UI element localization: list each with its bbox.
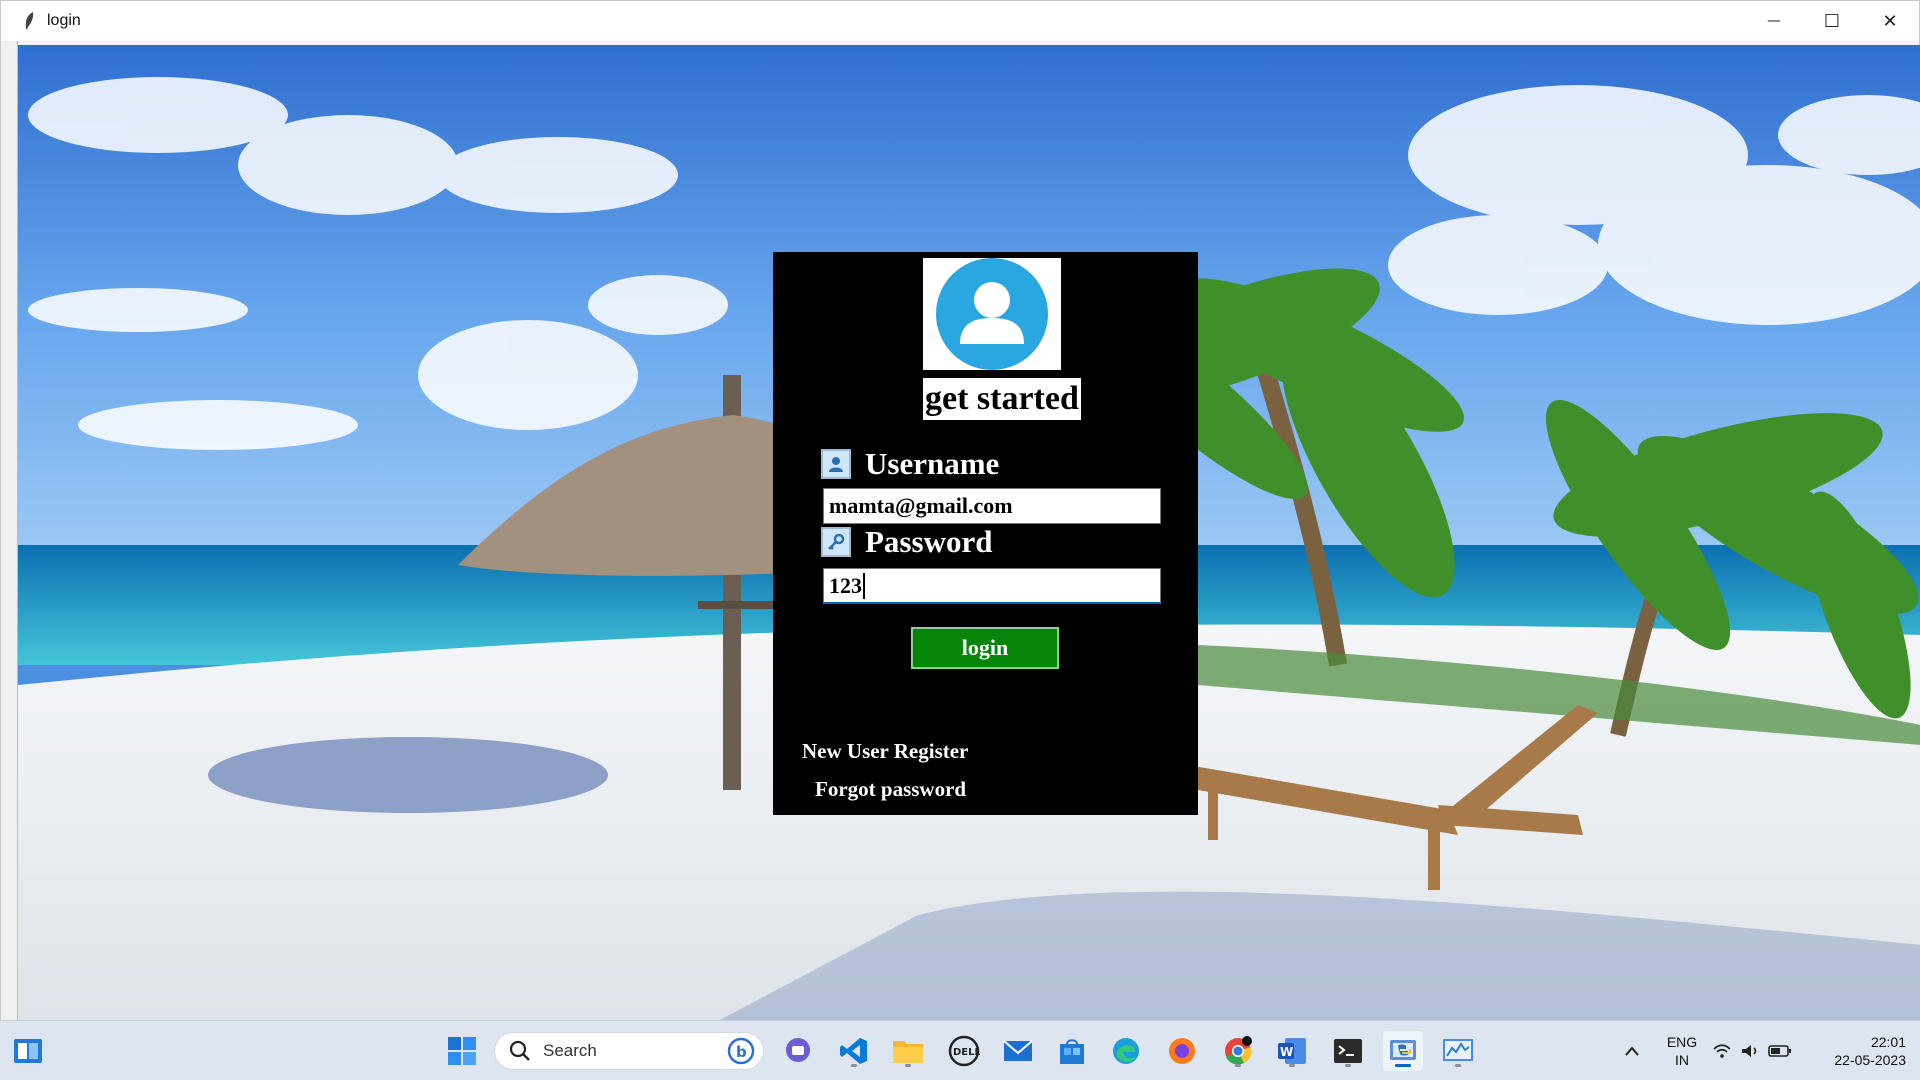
running-indicator (905, 1064, 911, 1067)
minimize-icon: — (1767, 13, 1781, 29)
avatar (923, 258, 1061, 370)
minimize-button[interactable]: — (1745, 1, 1803, 41)
username-value: mamta@gmail.com (829, 493, 1013, 518)
wifi-icon (1713, 1044, 1731, 1058)
widgets-button[interactable] (8, 1031, 48, 1071)
widgets-icon (14, 1039, 42, 1063)
feather-icon (23, 10, 39, 32)
word-button[interactable]: W (1272, 1031, 1312, 1071)
start-icon (448, 1037, 476, 1065)
clock-date: 22-05-2023 (1834, 1052, 1906, 1068)
beach-background: get started Username mamta@gmail.com Pas… (18, 45, 1920, 1021)
maximize-icon: ☐ (1823, 10, 1841, 32)
forgot-password-link[interactable]: Forgot password (815, 777, 966, 802)
mail-icon (1003, 1040, 1033, 1061)
chevron-up-icon (1625, 1046, 1639, 1056)
python-app-button[interactable] (1383, 1031, 1423, 1071)
terminal-button[interactable] (1328, 1031, 1368, 1071)
login-button[interactable]: login (911, 627, 1059, 669)
vscode-icon (840, 1038, 867, 1064)
taskbar-search[interactable]: Search b (494, 1032, 764, 1070)
password-label: Password (821, 524, 993, 559)
active-indicator (1395, 1064, 1411, 1067)
close-button[interactable]: ✕ (1861, 1, 1919, 41)
chrome-button[interactable] (1218, 1031, 1258, 1071)
teams-chat-button[interactable] (778, 1031, 818, 1071)
store-button[interactable] (1052, 1031, 1092, 1071)
running-indicator (1455, 1064, 1461, 1067)
language-indicator[interactable]: ENG IN (1664, 1033, 1700, 1069)
volume-icon (1742, 1045, 1757, 1057)
python-icon (1390, 1040, 1416, 1060)
page-title: get started (923, 378, 1081, 420)
svg-text:W: W (1280, 1045, 1293, 1059)
username-label-text: Username (865, 446, 1000, 481)
title-bar[interactable]: login — ☐ ✕ (1, 1, 1919, 41)
running-indicator (1235, 1064, 1241, 1067)
edge-button[interactable] (1106, 1031, 1146, 1071)
monitor-icon (1443, 1039, 1473, 1061)
clock-time: 22:01 (1870, 1034, 1906, 1050)
mail-button[interactable] (998, 1031, 1038, 1071)
start-button[interactable] (442, 1031, 482, 1071)
teams-icon (786, 1038, 810, 1062)
app-window: login — ☐ ✕ get started Username mamta@g… (0, 0, 1920, 1021)
firefox-icon (1169, 1038, 1195, 1064)
running-indicator (851, 1064, 857, 1067)
username-field[interactable]: mamta@gmail.com (823, 488, 1161, 524)
taskbar: Search b DELL W ENG IN 22:01 22-05-2023 (0, 1020, 1920, 1080)
battery-icon (1768, 1045, 1791, 1057)
firefox-button[interactable] (1162, 1031, 1202, 1071)
dell-button[interactable]: DELL (944, 1031, 984, 1071)
user-avatar-icon (936, 258, 1048, 370)
word-icon: W (1278, 1038, 1306, 1064)
dell-icon: DELL (948, 1035, 980, 1067)
password-value: 123 (829, 572, 862, 598)
search-icon (509, 1040, 530, 1061)
performance-monitor-button[interactable] (1438, 1031, 1478, 1071)
user-icon (821, 449, 851, 479)
file-explorer-button[interactable] (888, 1031, 928, 1071)
login-panel: get started Username mamta@gmail.com Pas… (773, 252, 1198, 815)
password-field[interactable]: 123 (823, 568, 1161, 604)
svg-text:DELL: DELL (953, 1047, 980, 1058)
password-label-text: Password (865, 524, 993, 559)
bing-icon[interactable]: b (727, 1037, 755, 1065)
maximize-button[interactable]: ☐ (1803, 1, 1861, 41)
search-placeholder: Search (543, 1041, 597, 1060)
window-border (1, 41, 18, 1021)
svg-text:b: b (736, 1043, 747, 1061)
show-hidden-icons-button[interactable] (1612, 1031, 1652, 1071)
key-icon (821, 527, 851, 557)
running-indicator (1289, 1064, 1295, 1067)
vscode-button[interactable] (834, 1031, 874, 1071)
chrome-icon (1225, 1036, 1252, 1065)
username-label: Username (821, 446, 1000, 481)
running-indicator (1345, 1064, 1351, 1067)
new-user-register-link[interactable]: New User Register (802, 739, 968, 764)
system-tray-status[interactable] (1706, 1031, 1798, 1071)
folder-icon (893, 1041, 923, 1063)
language-code: ENG (1666, 1034, 1698, 1050)
region-code: IN (1675, 1052, 1689, 1068)
close-icon: ✕ (1882, 10, 1898, 32)
login-button-label: login (961, 635, 1009, 660)
edge-icon (1113, 1038, 1139, 1064)
store-icon (1060, 1039, 1084, 1064)
text-caret (863, 572, 865, 599)
terminal-icon (1334, 1039, 1362, 1063)
clock[interactable]: 22:01 22-05-2023 (1810, 1033, 1906, 1069)
window-title: login (47, 12, 81, 29)
